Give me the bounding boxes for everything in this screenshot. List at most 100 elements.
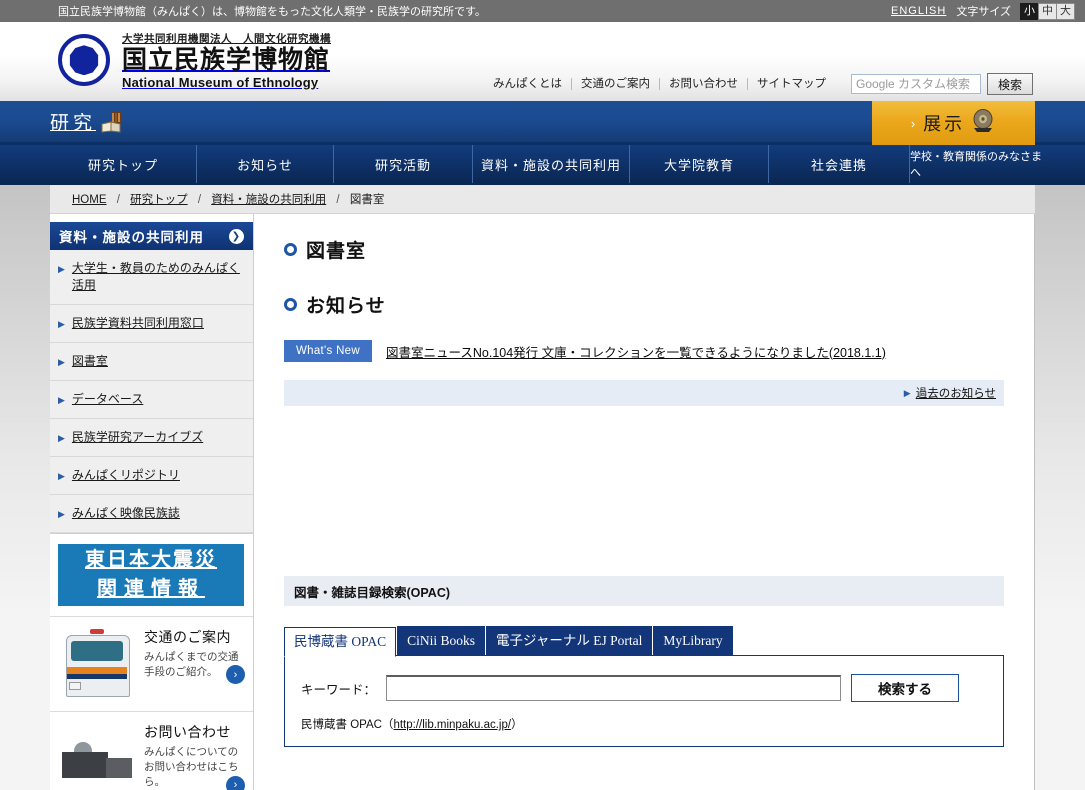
opac-keyword-input[interactable] [386, 675, 842, 701]
main-content: 図書室 お知らせ What's New 図書室ニュースNo.104発行 文庫・コ… [253, 214, 1034, 790]
sidebar-menu: ▶ 大学生・教員のためのみんぱく活用 ▶ 民族学資料共同利用窓口 ▶ 図書室 ▶… [50, 250, 253, 534]
news-heading-label: お知らせ [306, 296, 386, 317]
sidebar-item-archives[interactable]: ▶ 民族学研究アーカイブズ [50, 419, 253, 457]
sidebar-item-label: みんぱく映像民族誌 [71, 506, 180, 520]
nav-item-social-cooperation[interactable]: 社会連携 [768, 145, 909, 183]
past-news-bar: ▶ 過去のお知らせ [284, 380, 1004, 406]
triangle-right-icon: ▶ [903, 387, 911, 398]
sidebar-header[interactable]: 資料・施設の共同利用 ❯ [50, 222, 253, 250]
sidebar-item-label: 民族学研究アーカイブズ [71, 430, 204, 444]
sidebar-item-repository[interactable]: ▶ みんぱくリポジトリ [50, 457, 253, 495]
nav-item-graduate-education[interactable]: 大学院教育 [629, 145, 768, 183]
header-utility-nav: みんぱくとは 交通のご案内 お問い合わせ サイトマップ 検索 [484, 73, 1033, 95]
triangle-right-icon: ▶ [58, 433, 65, 443]
past-news-link[interactable]: 過去のお知らせ [916, 385, 996, 401]
chevron-right-circle-icon: ❯ [229, 228, 244, 244]
site-search-button[interactable]: 検索 [987, 73, 1033, 95]
opac-note-prefix: 民博蔵書 OPAC（ [301, 719, 394, 731]
opac-note: 民博蔵書 OPAC（http://lib.minpaku.ac.jp/） [301, 716, 987, 732]
tab-ej-portal[interactable]: 電子ジャーナル EJ Portal [486, 626, 653, 656]
header-link-about[interactable]: みんぱくとは [484, 78, 572, 90]
circle-bullet-icon [284, 298, 297, 311]
banner-earthquake-line1: 東日本大震災 [85, 549, 217, 571]
opac-search-button[interactable]: 検索する [851, 674, 960, 702]
english-link[interactable]: ENGLISH [891, 5, 946, 17]
gong-icon [970, 108, 996, 139]
page-title: 図書室 [284, 236, 1004, 263]
breadcrumb-separator: / [336, 194, 340, 206]
nav-item-research-activity[interactable]: 研究活動 [333, 145, 472, 183]
breadcrumb-separator: / [116, 194, 120, 206]
font-size-group: 小 中 大 [1020, 2, 1075, 20]
header-link-sitemap[interactable]: サイトマップ [748, 78, 835, 90]
utility-bar-right: ENGLISH 文字サイズ 小 中 大 [891, 0, 1075, 22]
exhibit-button[interactable]: › 展示 [872, 101, 1035, 145]
nav-item-shared-use[interactable]: 資料・施設の共同利用 [472, 145, 629, 183]
sidebar-banners: 東日本大震災 関連情報 交通のご案内 みんぱくまでの交通手段のご紹介。 › お問… [50, 534, 253, 790]
nav-item-research-top[interactable]: 研究トップ [50, 145, 196, 183]
sidebar-item-materials-window[interactable]: ▶ 民族学資料共同利用窓口 [50, 305, 253, 343]
breadcrumb-item-research-top[interactable]: 研究トップ [130, 194, 188, 206]
chevron-right-circle-icon: › [226, 775, 245, 790]
sidebar-item-label: 大学生・教員のためのみんぱく活用 [71, 261, 240, 292]
circle-bullet-icon [284, 243, 297, 256]
train-photo [58, 627, 136, 701]
triangle-right-icon: ▶ [58, 357, 65, 367]
minpaku-logo-icon [58, 34, 110, 87]
section-bar: 研究 › 展示 [0, 101, 1085, 145]
whats-new-badge: What's New [284, 340, 372, 362]
sidebar-item-database[interactable]: ▶ データベース [50, 381, 253, 419]
page-wrapper: 大学共同利用機関法人 人間文化研究機構 国立民族学博物館 National Mu… [0, 23, 1085, 790]
parent-org-name: 大学共同利用機関法人 人間文化研究機構 [122, 33, 331, 45]
breadcrumb: HOME / 研究トップ / 資料・施設の共同利用 / 図書室 [50, 185, 1035, 214]
museum-building-photo [58, 722, 136, 790]
tab-mylibrary[interactable]: MyLibrary [653, 626, 733, 656]
banner-earthquake-info[interactable]: 東日本大震災 関連情報 [58, 544, 244, 606]
opac-note-suffix: ） [511, 719, 523, 731]
keyword-label: キーワード： [301, 682, 377, 697]
triangle-right-icon: ▶ [58, 471, 65, 481]
sidebar: 資料・施設の共同利用 ❯ ▶ 大学生・教員のためのみんぱく活用 ▶ 民族学資料共… [50, 214, 253, 790]
banner-access-title: 交通のご案内 [144, 629, 231, 645]
breadcrumb-item-shared-use[interactable]: 資料・施設の共同利用 [211, 194, 326, 206]
news-item: What's New 図書室ニュースNo.104発行 文庫・コレクションを一覧で… [284, 340, 1004, 362]
museum-name-en: National Museum of Ethnology [122, 74, 319, 90]
news-heading: お知らせ [284, 291, 1004, 318]
utility-bar: 国立民族学博物館（みんぱく）は、博物館をもった文化人類学・民族学の研究所です。 … [0, 0, 1085, 23]
opac-url-link[interactable]: http://lib.minpaku.ac.jp/ [393, 719, 511, 731]
sidebar-item-university-use[interactable]: ▶ 大学生・教員のためのみんぱく活用 [50, 250, 253, 305]
exhibit-button-label: 展示 [923, 114, 966, 134]
sidebar-item-visual-ethnography[interactable]: ▶ みんぱく映像民族誌 [50, 495, 253, 533]
news-item-link[interactable]: 図書室ニュースNo.104発行 文庫・コレクションを一覧できるようになりました(… [386, 342, 886, 361]
site-tagline: 国立民族学博物館（みんぱく）は、博物館をもった文化人類学・民族学の研究所です。 [58, 6, 486, 18]
sidebar-item-label: 民族学資料共同利用窓口 [71, 316, 204, 330]
sidebar-item-label: データベース [71, 392, 144, 406]
triangle-right-icon: ▶ [58, 395, 65, 405]
tab-cinii-books[interactable]: CiNii Books [397, 626, 486, 656]
breadcrumb-item-home[interactable]: HOME [72, 194, 107, 206]
tab-minpaku-opac[interactable]: 民博蔵書 OPAC [284, 627, 397, 657]
site-search-input[interactable] [851, 74, 981, 94]
breadcrumb-item-current: 図書室 [349, 194, 385, 206]
font-size-large-button[interactable]: 大 [1056, 2, 1075, 20]
triangle-right-icon: ▶ [58, 264, 65, 274]
opac-search-row: キーワード： 検索する [301, 674, 987, 702]
content-area: 資料・施設の共同利用 ❯ ▶ 大学生・教員のためのみんぱく活用 ▶ 民族学資料共… [50, 214, 1035, 790]
sidebar-item-label: みんぱくリポジトリ [71, 468, 180, 482]
chevron-right-icon: › [910, 115, 919, 131]
nav-item-news[interactable]: お知らせ [196, 145, 333, 183]
header-link-access[interactable]: 交通のご案内 [572, 78, 660, 90]
section-title-research[interactable]: 研究 [50, 108, 124, 135]
banner-earthquake-line2: 関連情報 [97, 578, 205, 600]
font-size-small-button[interactable]: 小 [1020, 2, 1039, 20]
font-size-medium-button[interactable]: 中 [1038, 2, 1057, 20]
header-link-contact[interactable]: お問い合わせ [660, 78, 748, 90]
section-title-label: 研究 [50, 113, 97, 134]
nav-item-for-schools[interactable]: 学校・教育関係のみなさまへ [909, 145, 1051, 183]
chevron-right-circle-icon: › [226, 665, 245, 685]
banner-access[interactable]: 交通のご案内 みんぱくまでの交通手段のご紹介。 › [50, 616, 253, 711]
sidebar-header-label: 資料・施設の共同利用 [59, 230, 204, 245]
banner-contact[interactable]: お問い合わせ みんぱくについてのお問い合わせはこちら。 › [50, 711, 253, 790]
sidebar-item-library[interactable]: ▶ 図書室 [50, 343, 253, 381]
